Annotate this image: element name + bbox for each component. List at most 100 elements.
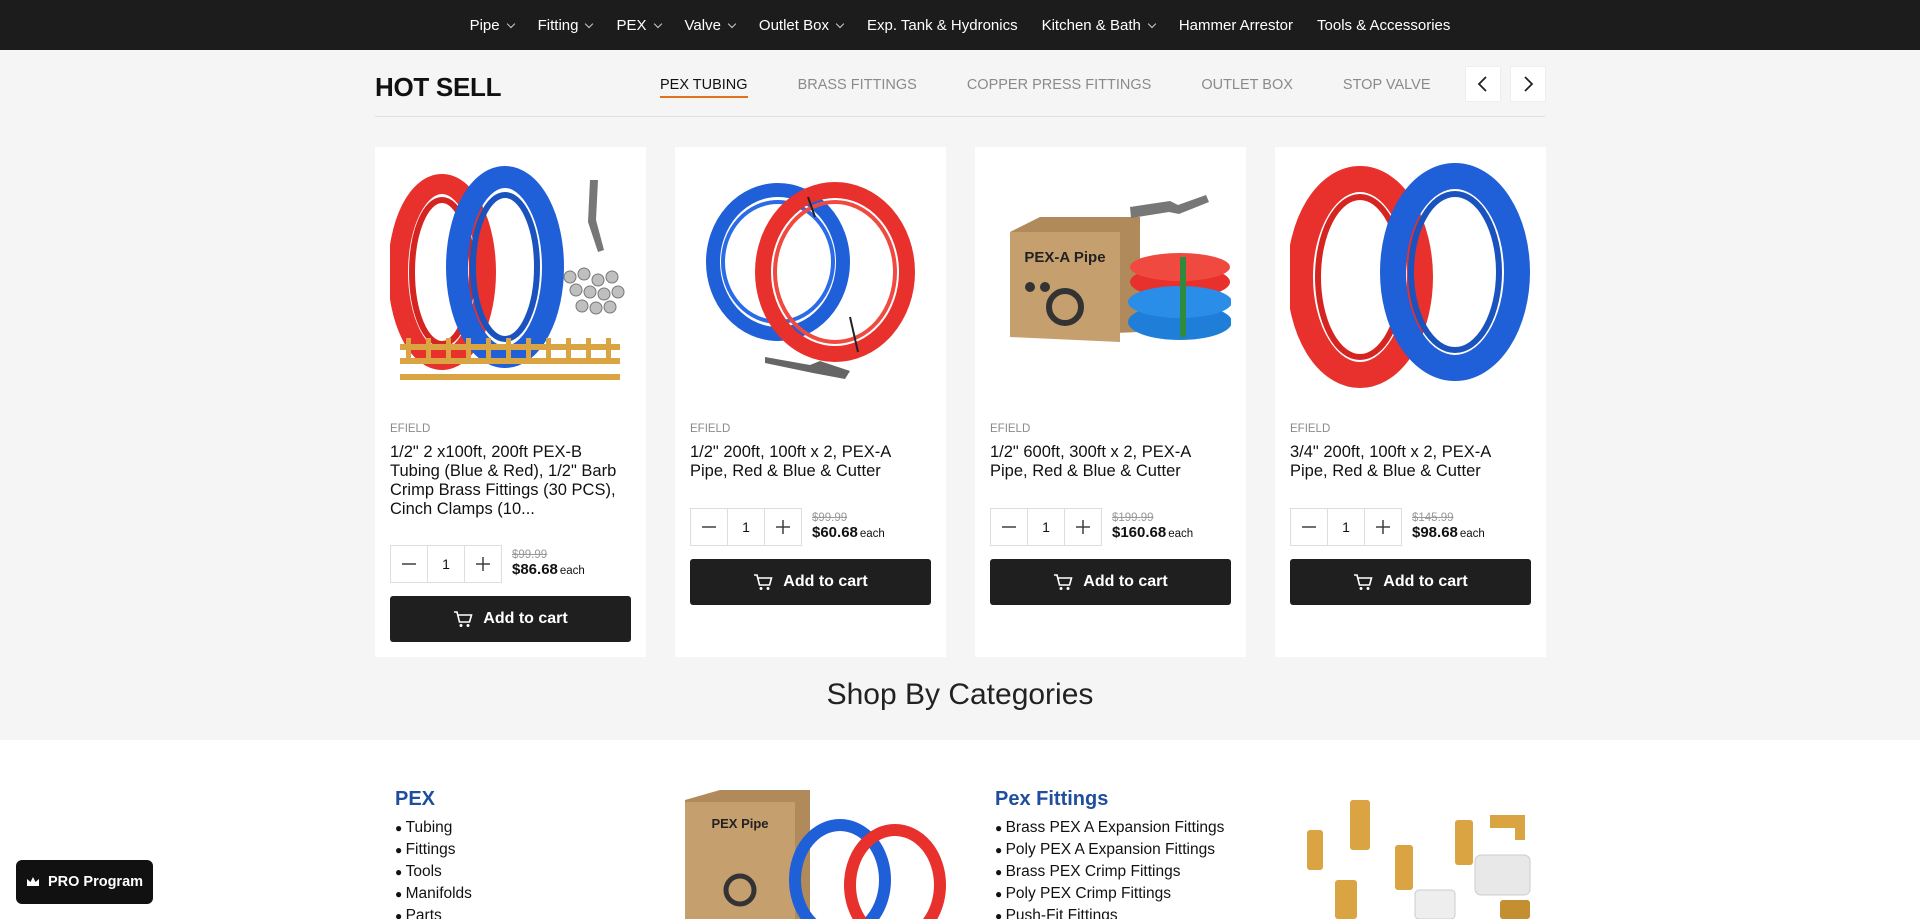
pro-program-button[interactable]: PRO Program bbox=[16, 860, 153, 904]
pro-program-label: PRO Program bbox=[47, 874, 144, 890]
shop-by-categories-title: Shop By Categories bbox=[826, 678, 1094, 711]
nav-item-label: Tools & Accessories bbox=[1317, 16, 1451, 34]
nav-item-tools-accessories[interactable]: Tools & Accessories bbox=[1305, 0, 1462, 50]
increment-button[interactable] bbox=[1365, 509, 1401, 545]
quantity-input[interactable]: 1 bbox=[727, 509, 765, 545]
add-to-cart-button[interactable]: Add to cart bbox=[690, 559, 931, 605]
nav-item-label: Valve bbox=[684, 16, 721, 34]
nav-item-label: PEX bbox=[616, 16, 647, 34]
minus-icon bbox=[1302, 526, 1316, 528]
category-pex: PEX Tubing Fittings Tools Manifolds Part… bbox=[395, 788, 472, 919]
product-image[interactable] bbox=[1290, 162, 1531, 402]
price-block: $99.99 $86.68 each bbox=[512, 549, 585, 579]
original-price: $145.99 bbox=[1412, 512, 1454, 524]
nav-item-fitting[interactable]: Fitting bbox=[526, 0, 605, 50]
add-to-cart-button[interactable]: Add to cart bbox=[990, 559, 1231, 605]
nav-item-label: Hammer Arrestor bbox=[1178, 16, 1294, 34]
category-link[interactable]: Parts bbox=[395, 905, 472, 919]
quantity-input[interactable]: 1 bbox=[427, 546, 465, 582]
original-price: $99.99 bbox=[812, 512, 848, 524]
price-block: $99.99 $60.68 each bbox=[812, 512, 885, 542]
nav-item-exp-tank[interactable]: Exp. Tank & Hydronics bbox=[855, 0, 1030, 50]
decrement-button[interactable] bbox=[391, 546, 427, 582]
category-links: Tubing Fittings Tools Manifolds Parts bbox=[395, 817, 472, 919]
minus-icon bbox=[1002, 526, 1016, 528]
tab-pex-tubing[interactable]: PEX TUBING bbox=[660, 77, 773, 98]
quantity-stepper: 1 bbox=[990, 508, 1102, 546]
carousel-next-button[interactable] bbox=[1510, 66, 1546, 102]
category-heading[interactable]: PEX bbox=[395, 788, 472, 811]
category-link[interactable]: Poly PEX A Expansion Fittings bbox=[995, 839, 1224, 861]
quantity-stepper: 1 bbox=[390, 545, 502, 583]
decrement-button[interactable] bbox=[991, 509, 1027, 545]
plus-icon bbox=[476, 557, 490, 571]
cart-icon bbox=[1354, 574, 1373, 590]
category-link[interactable]: Manifolds bbox=[395, 883, 472, 905]
nav-item-kitchen-bath[interactable]: Kitchen & Bath bbox=[1030, 0, 1167, 50]
add-to-cart-label: Add to cart bbox=[483, 610, 568, 627]
product-title[interactable]: 3/4" 200ft, 100ft x 2, PEX-A Pipe, Red &… bbox=[1290, 443, 1532, 483]
pex-pipe-category-image[interactable]: PEX Pipe bbox=[680, 790, 950, 919]
add-to-cart-label: Add to cart bbox=[783, 573, 868, 590]
category-links: Brass PEX A Expansion Fittings Poly PEX … bbox=[995, 817, 1225, 919]
original-price: $199.99 bbox=[1112, 512, 1154, 524]
decrement-button[interactable] bbox=[1291, 509, 1327, 545]
decrement-button[interactable] bbox=[691, 509, 727, 545]
nav-item-pex[interactable]: PEX bbox=[604, 0, 672, 50]
category-heading[interactable]: Pex Fittings bbox=[995, 788, 1224, 811]
sale-price: $98.68 bbox=[1412, 524, 1458, 541]
product-title[interactable]: 1/2" 600ft, 300ft x 2, PEX-A Pipe, Red &… bbox=[990, 443, 1232, 483]
product-image[interactable]: PEX-A Pipe bbox=[990, 162, 1231, 402]
add-to-cart-button[interactable]: Add to cart bbox=[390, 596, 631, 642]
sale-price: $160.68 bbox=[1112, 524, 1167, 541]
category-link[interactable]: Tubing bbox=[395, 817, 472, 839]
category-link[interactable]: Tools bbox=[395, 861, 472, 883]
category-link[interactable]: Brass PEX A Expansion Fittings bbox=[995, 817, 1225, 839]
nav-item-label: Kitchen & Bath bbox=[1041, 16, 1141, 34]
hot-sell-header: HOT SELL PEX TUBING BRASS FITTINGS COPPE… bbox=[375, 50, 1546, 117]
add-to-cart-button[interactable]: Add to cart bbox=[1290, 559, 1531, 605]
category-link[interactable]: Push-Fit Fittings bbox=[995, 905, 1224, 919]
quantity-row: 1 $199.99 $160.68 each bbox=[990, 508, 1193, 546]
increment-button[interactable] bbox=[765, 509, 801, 545]
nav-item-valve[interactable]: Valve bbox=[673, 0, 747, 50]
price-block: $199.99 $160.68 each bbox=[1112, 512, 1193, 542]
increment-button[interactable] bbox=[465, 546, 501, 582]
category-link[interactable]: Poly PEX Crimp Fittings bbox=[995, 883, 1224, 905]
tab-outlet-box[interactable]: OUTLET BOX bbox=[1176, 77, 1318, 98]
minus-icon bbox=[702, 526, 716, 528]
nav-item-label: Exp. Tank & Hydronics bbox=[866, 16, 1018, 34]
nav-item-pipe[interactable]: Pipe bbox=[458, 0, 526, 50]
sale-price: $60.68 bbox=[812, 524, 858, 541]
nav-item-outlet-box[interactable]: Outlet Box bbox=[747, 0, 855, 50]
price-unit: each bbox=[559, 565, 585, 577]
product-title[interactable]: 1/2" 200ft, 100ft x 2, PEX-A Pipe, Red &… bbox=[690, 443, 932, 483]
pex-fittings-category-image[interactable] bbox=[1295, 795, 1545, 919]
carousel-prev-button[interactable] bbox=[1465, 66, 1501, 102]
product-image[interactable] bbox=[390, 162, 631, 402]
increment-button[interactable] bbox=[1065, 509, 1101, 545]
category-link[interactable]: Brass PEX Crimp Fittings bbox=[995, 861, 1224, 883]
category-tabs: PEX TUBING BRASS FITTINGS COPPER PRESS F… bbox=[660, 77, 1456, 98]
quantity-input[interactable]: 1 bbox=[1027, 509, 1065, 545]
chevron-down-icon bbox=[1147, 19, 1157, 28]
price-unit: each bbox=[1459, 528, 1485, 540]
nav-item-label: Pipe bbox=[469, 16, 500, 34]
nav-item-label: Fitting bbox=[537, 16, 579, 34]
price-unit: each bbox=[1168, 528, 1194, 540]
product-image[interactable] bbox=[690, 162, 931, 402]
category-pex-fittings: Pex Fittings Brass PEX A Expansion Fitti… bbox=[995, 788, 1224, 919]
box-label: PEX-A Pipe bbox=[1024, 249, 1105, 266]
product-title[interactable]: 1/2" 2 x100ft, 200ft PEX-B Tubing (Blue … bbox=[390, 443, 632, 519]
quantity-input[interactable]: 1 bbox=[1327, 509, 1365, 545]
product-brand: EFIELD bbox=[990, 423, 1031, 435]
quantity-stepper: 1 bbox=[690, 508, 802, 546]
category-link[interactable]: Fittings bbox=[395, 839, 472, 861]
tab-copper-press-fittings[interactable]: COPPER PRESS FITTINGS bbox=[942, 77, 1177, 98]
chevron-right-icon bbox=[1524, 76, 1534, 92]
chevron-down-icon bbox=[653, 19, 662, 28]
tab-brass-fittings[interactable]: BRASS FITTINGS bbox=[773, 77, 942, 98]
nav-item-hammer-arrestor[interactable]: Hammer Arrestor bbox=[1167, 0, 1305, 50]
tab-stop-valve[interactable]: STOP VALVE bbox=[1318, 77, 1456, 98]
plus-icon bbox=[776, 520, 790, 534]
